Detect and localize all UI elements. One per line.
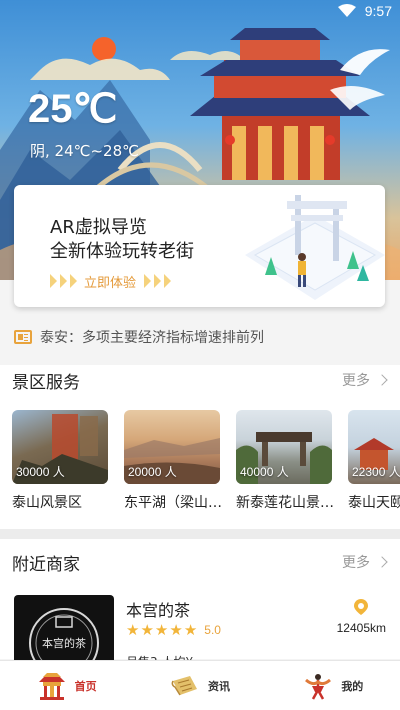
chevron-right-icon [376,556,388,568]
scenic-section-header: 景区服务 更多 [12,367,388,393]
ar-gate-illustration [245,195,385,300]
star-icon: ★ [140,621,154,639]
wifi-icon [338,4,356,17]
tab-profile-label: 我的 [341,679,364,693]
star-icon: ★ [169,621,183,639]
star-icon: ★ [154,621,169,639]
visitor-count: 20000 人 [128,465,177,479]
scenic-thumbnail: 20000 人 [124,410,220,484]
tab-news[interactable]: 资讯 [133,661,266,710]
scenic-item[interactable]: 20000 人 东平湖（梁山… [124,410,222,512]
logo-text: 本宫的茶 [42,636,86,650]
ar-guide-card[interactable]: AR虚拟导览 全新体验玩转老街 立即体验 [14,185,385,307]
star-icon: ★ [126,621,140,639]
scenic-name: 新泰莲花山景… [236,495,334,511]
visitor-count: 30000 人 [16,465,65,479]
chevron-right-icon [154,274,162,288]
try-now-button[interactable]: 立即体验 [50,271,172,291]
tab-home-label: 首页 [74,679,97,693]
tab-profile[interactable]: 我的 [267,661,400,710]
dancer-icon [305,673,332,700]
chevron-right-icon [376,374,388,386]
scenic-item[interactable]: 30000 人 泰山风景区 [12,410,108,512]
temperature: 25℃ [28,87,118,131]
news-headline: 泰安：多项主要经济指标增速排前列 [40,330,264,346]
section-divider [0,529,400,539]
scroll-icon [171,675,197,695]
scenic-list: 30000 人 泰山风景区 20000 人 东平湖（梁山… 40000 人 新泰… [12,410,400,520]
chevron-right-icon [60,274,67,288]
pavilion-icon [38,672,65,700]
scenic-section-title: 景区服务 [12,372,80,393]
scenic-more-link[interactable]: 更多 [342,370,388,390]
star-icon: ★ [183,621,198,639]
ar-card-subtitle: 全新体验玩转老街 [50,241,194,262]
weather-description: 阴, 24℃~28℃ [30,142,139,160]
more-label: 更多 [342,555,370,571]
scenic-thumbnail: 40000 人 [236,410,332,484]
scenic-item[interactable]: 40000 人 新泰莲花山景… [236,410,334,512]
nearby-more-link[interactable]: 更多 [342,552,388,572]
chevron-right-icon [144,274,152,288]
status-bar: 9:57 [0,0,400,24]
try-now-label: 立即体验 [84,275,137,291]
chevron-right-icon [50,274,57,288]
visitor-count: 22300 人 [352,465,400,479]
scenic-name: 泰山风景区 [12,495,82,511]
clock: 9:57 [364,3,392,19]
scenic-thumbnail: 22300 人 [348,410,400,484]
shop-distance: 12405km [336,621,386,635]
news-ticker[interactable]: 泰安：多项主要经济指标增速排前列 [14,326,264,348]
location-pin-icon [354,599,368,615]
nearby-section-title: 附近商家 [12,554,80,575]
rating-value: 5.0 [204,623,221,637]
scenic-item[interactable]: 22300 人 泰山天颐 [348,410,400,512]
scenic-name: 东平湖（梁山… [124,495,222,511]
scenic-thumbnail: 30000 人 [12,410,108,484]
nearby-section-header: 附近商家 更多 [12,549,388,575]
shop-card[interactable]: 本宫的茶 本宫的茶 ★ ★ ★ ★ ★ 5.0 12405km 月售3 人均¥ [14,595,386,685]
shop-name: 本宫的茶 [126,601,191,620]
scenic-name: 泰山天颐 [348,495,400,511]
bottom-tab-bar: 首页 资讯 我的 [0,660,400,710]
ar-card-title: AR虚拟导览 [50,217,147,238]
shop-rating: ★ ★ ★ ★ ★ 5.0 [126,621,221,639]
visitor-count: 40000 人 [240,465,289,479]
tab-home[interactable]: 首页 [0,661,133,710]
chevron-right-icon [164,274,172,288]
chevron-right-icon [70,274,77,288]
newspaper-icon [14,330,32,344]
tab-news-label: 资讯 [207,679,230,693]
more-label: 更多 [342,373,370,389]
